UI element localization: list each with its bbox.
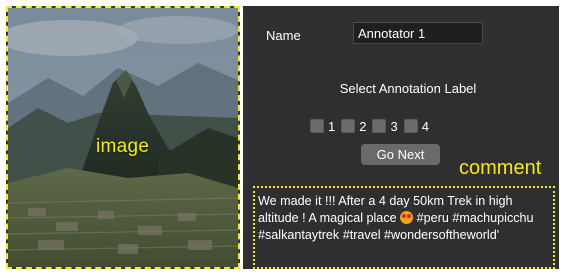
image-panel: image (6, 6, 240, 269)
option-1[interactable]: 1 (310, 119, 335, 134)
select-annotation-label-title: Select Annotation Label (339, 81, 477, 96)
checkbox-1[interactable] (310, 119, 324, 133)
annotation-app: image Name Select Annotation Label 1 2 3… (0, 0, 565, 275)
heart-eyes-emoji-icon (400, 211, 414, 224)
checkbox-4[interactable] (403, 119, 418, 133)
label-options: 1 2 3 4 (310, 118, 435, 134)
go-next-button[interactable]: Go Next (361, 144, 440, 165)
option-2[interactable]: 2 (341, 119, 366, 134)
option-3[interactable]: 3 (372, 118, 398, 134)
option-4-label: 4 (421, 118, 429, 134)
option-2-label: 2 (359, 118, 367, 134)
annotation-panel: Name Select Annotation Label 1 2 3 4 Go … (243, 6, 559, 269)
comment-text: We made it !!! After a 4 day 50km Trek i… (258, 193, 551, 244)
option-3-label: 3 (390, 118, 398, 134)
checkbox-3[interactable] (372, 119, 387, 133)
name-label: Name (266, 28, 301, 43)
name-input[interactable] (353, 22, 483, 44)
option-1-label: 1 (328, 118, 336, 134)
option-4[interactable]: 4 (403, 118, 429, 134)
image-label: image (96, 136, 150, 157)
checkbox-2[interactable] (341, 119, 356, 133)
comment-box: We made it !!! After a 4 day 50km Trek i… (253, 186, 555, 269)
comment-heading: comment (459, 157, 542, 179)
